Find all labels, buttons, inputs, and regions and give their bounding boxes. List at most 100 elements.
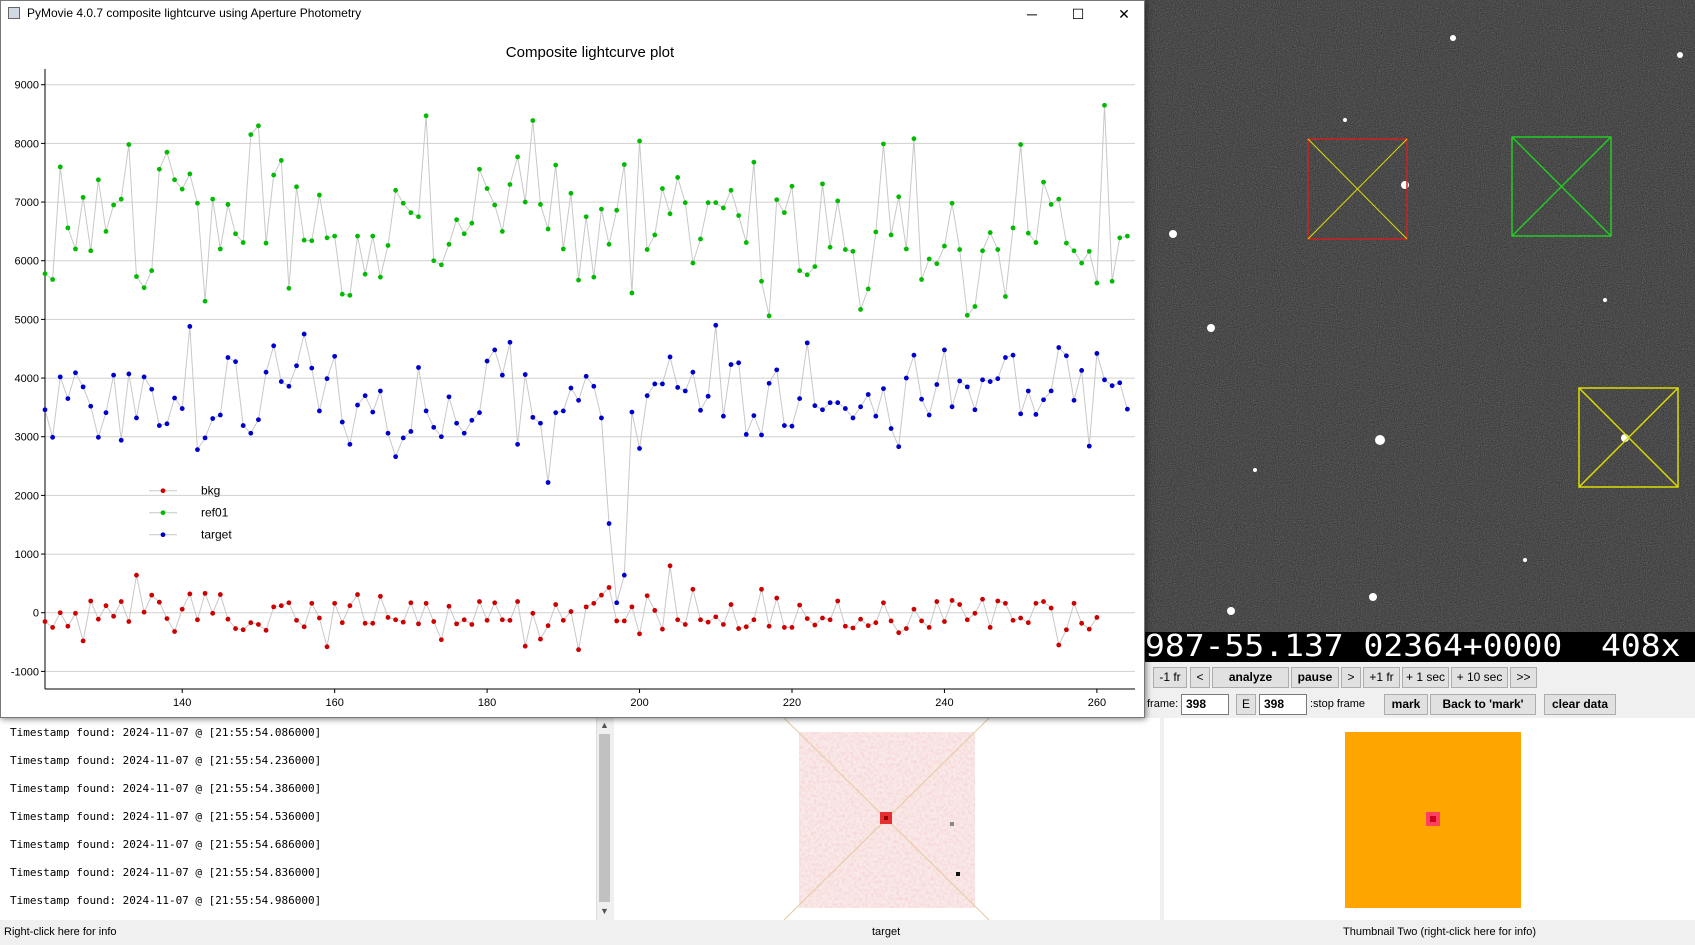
data-point-bkg [568,609,574,614]
data-point-target [263,369,269,375]
data-point-bkg [499,617,505,623]
maximize-icon[interactable]: ☐ [1055,1,1101,27]
log-scrollbar[interactable]: ▲ ▼ [596,718,613,920]
plus-10-sec-button[interactable]: + 10 sec [1451,667,1508,688]
data-point-bkg [621,618,627,624]
data-point-ref01 [1033,240,1039,245]
data-point-target [553,410,559,416]
close-icon[interactable]: ✕ [1101,1,1147,27]
data-point-target [431,424,437,430]
data-point-target [225,355,231,360]
data-point-target [461,430,467,436]
data-point-ref01 [156,166,162,172]
data-point-bkg [1086,626,1092,632]
log-line: Timestamp found: 2024-11-07 @ [21:55:54.… [10,782,322,795]
data-point-ref01 [698,236,703,242]
data-point-target [614,600,620,606]
data-point-ref01 [134,274,139,279]
data-point-ref01 [263,240,269,246]
data-point-target [743,431,749,437]
data-point-ref01 [210,196,216,202]
target-thumbnail-pane[interactable] [614,717,1160,921]
legend-label-ref01: ref01 [201,506,229,520]
prev-frame-button[interactable]: -1 fr [1153,667,1187,688]
data-point-bkg [1063,627,1069,633]
log-footer-label[interactable]: Right-click here for info [4,926,117,938]
back-to-mark-button[interactable]: Back to 'mark' [1430,694,1536,715]
scroll-up-arrow[interactable]: ▲ [600,720,609,730]
data-point-ref01 [980,248,985,254]
window-title-bar[interactable]: PyMovie 4.0.7 composite lightcurve using… [1,1,1144,27]
data-point-ref01 [141,285,147,291]
data-point-target [362,393,368,399]
x-tick-label: 180 [478,697,496,709]
data-point-bkg [416,621,421,627]
data-point-bkg [507,617,513,623]
data-point-bkg [50,625,56,630]
data-point-bkg [278,603,284,609]
data-point-target [179,406,185,411]
log-output[interactable]: Timestamp found: 2024-11-07 @ [21:55:54.… [0,718,613,920]
next-frame-button[interactable]: +1 fr [1363,667,1400,688]
thumbnail-two-pane[interactable] [1164,718,1695,920]
data-point-target [774,367,780,373]
data-point-ref01 [942,243,947,249]
data-point-target [637,446,642,451]
data-point-target [416,365,421,370]
step-back-button[interactable]: < [1190,667,1210,688]
star-field-image[interactable] [1145,0,1695,632]
data-point-bkg [1079,620,1085,626]
data-point-target [850,415,856,421]
stop-frame-input[interactable]: 398 [1259,694,1307,715]
data-point-bkg [324,644,330,650]
frame-input[interactable]: 398 [1181,694,1229,715]
lightcurve-plot-window[interactable]: PyMovie 4.0.7 composite lightcurve using… [0,0,1145,718]
pause-button[interactable]: pause [1291,667,1339,688]
data-point-target [926,412,932,418]
data-point-bkg [629,604,635,610]
e-button[interactable]: E [1236,694,1256,715]
analyze-button[interactable]: analyze [1212,667,1289,688]
plus-1-sec-button[interactable]: + 1 sec [1402,667,1449,688]
data-point-ref01 [1117,235,1123,241]
data-point-ref01 [256,123,261,129]
data-point-target [515,441,520,447]
lightcurve-plot[interactable]: Composite lightcurve plot -1000 0 1000 2000 3… [1,27,1144,717]
data-point-target [957,378,963,384]
target-thumbnail[interactable] [614,717,1160,921]
data-point-ref01 [789,183,795,189]
minimize-icon[interactable]: ─ [1009,1,1055,27]
data-point-bkg [804,616,810,621]
data-point-ref01 [1124,233,1130,239]
clear-data-button[interactable]: clear data [1544,694,1616,715]
data-point-ref01 [164,149,170,155]
data-point-target [911,352,917,358]
data-point-ref01 [957,247,963,252]
data-point-target [1109,383,1115,389]
data-point-bkg [606,585,612,590]
data-point-bkg [461,617,467,623]
data-point-ref01 [57,164,63,170]
data-point-ref01 [652,232,658,238]
data-point-bkg [690,586,696,592]
data-point-bkg [888,618,894,624]
data-point-ref01 [370,233,376,239]
step-forward-button[interactable]: > [1341,667,1361,688]
scroll-down-arrow[interactable]: ▼ [600,906,609,916]
data-point-target [1048,388,1054,394]
scroll-thumb[interactable] [599,734,610,902]
data-point-bkg [233,626,238,631]
data-point-target [80,384,86,390]
thumbnail-two[interactable] [1164,718,1695,920]
y-tick-label: 6000 [15,256,39,268]
data-point-ref01 [812,264,818,269]
y-tick-label: 9000 [15,80,39,92]
thumbnail-two-footer-label[interactable]: Thumbnail Two (right-click here for info… [1343,926,1536,938]
data-point-bkg [95,616,101,622]
data-point-ref01 [416,214,421,220]
fast-forward-button[interactable]: >> [1510,667,1537,688]
data-point-bkg [172,629,177,634]
data-point-target [690,369,696,375]
data-point-target [438,434,444,440]
mark-button[interactable]: mark [1384,694,1428,715]
